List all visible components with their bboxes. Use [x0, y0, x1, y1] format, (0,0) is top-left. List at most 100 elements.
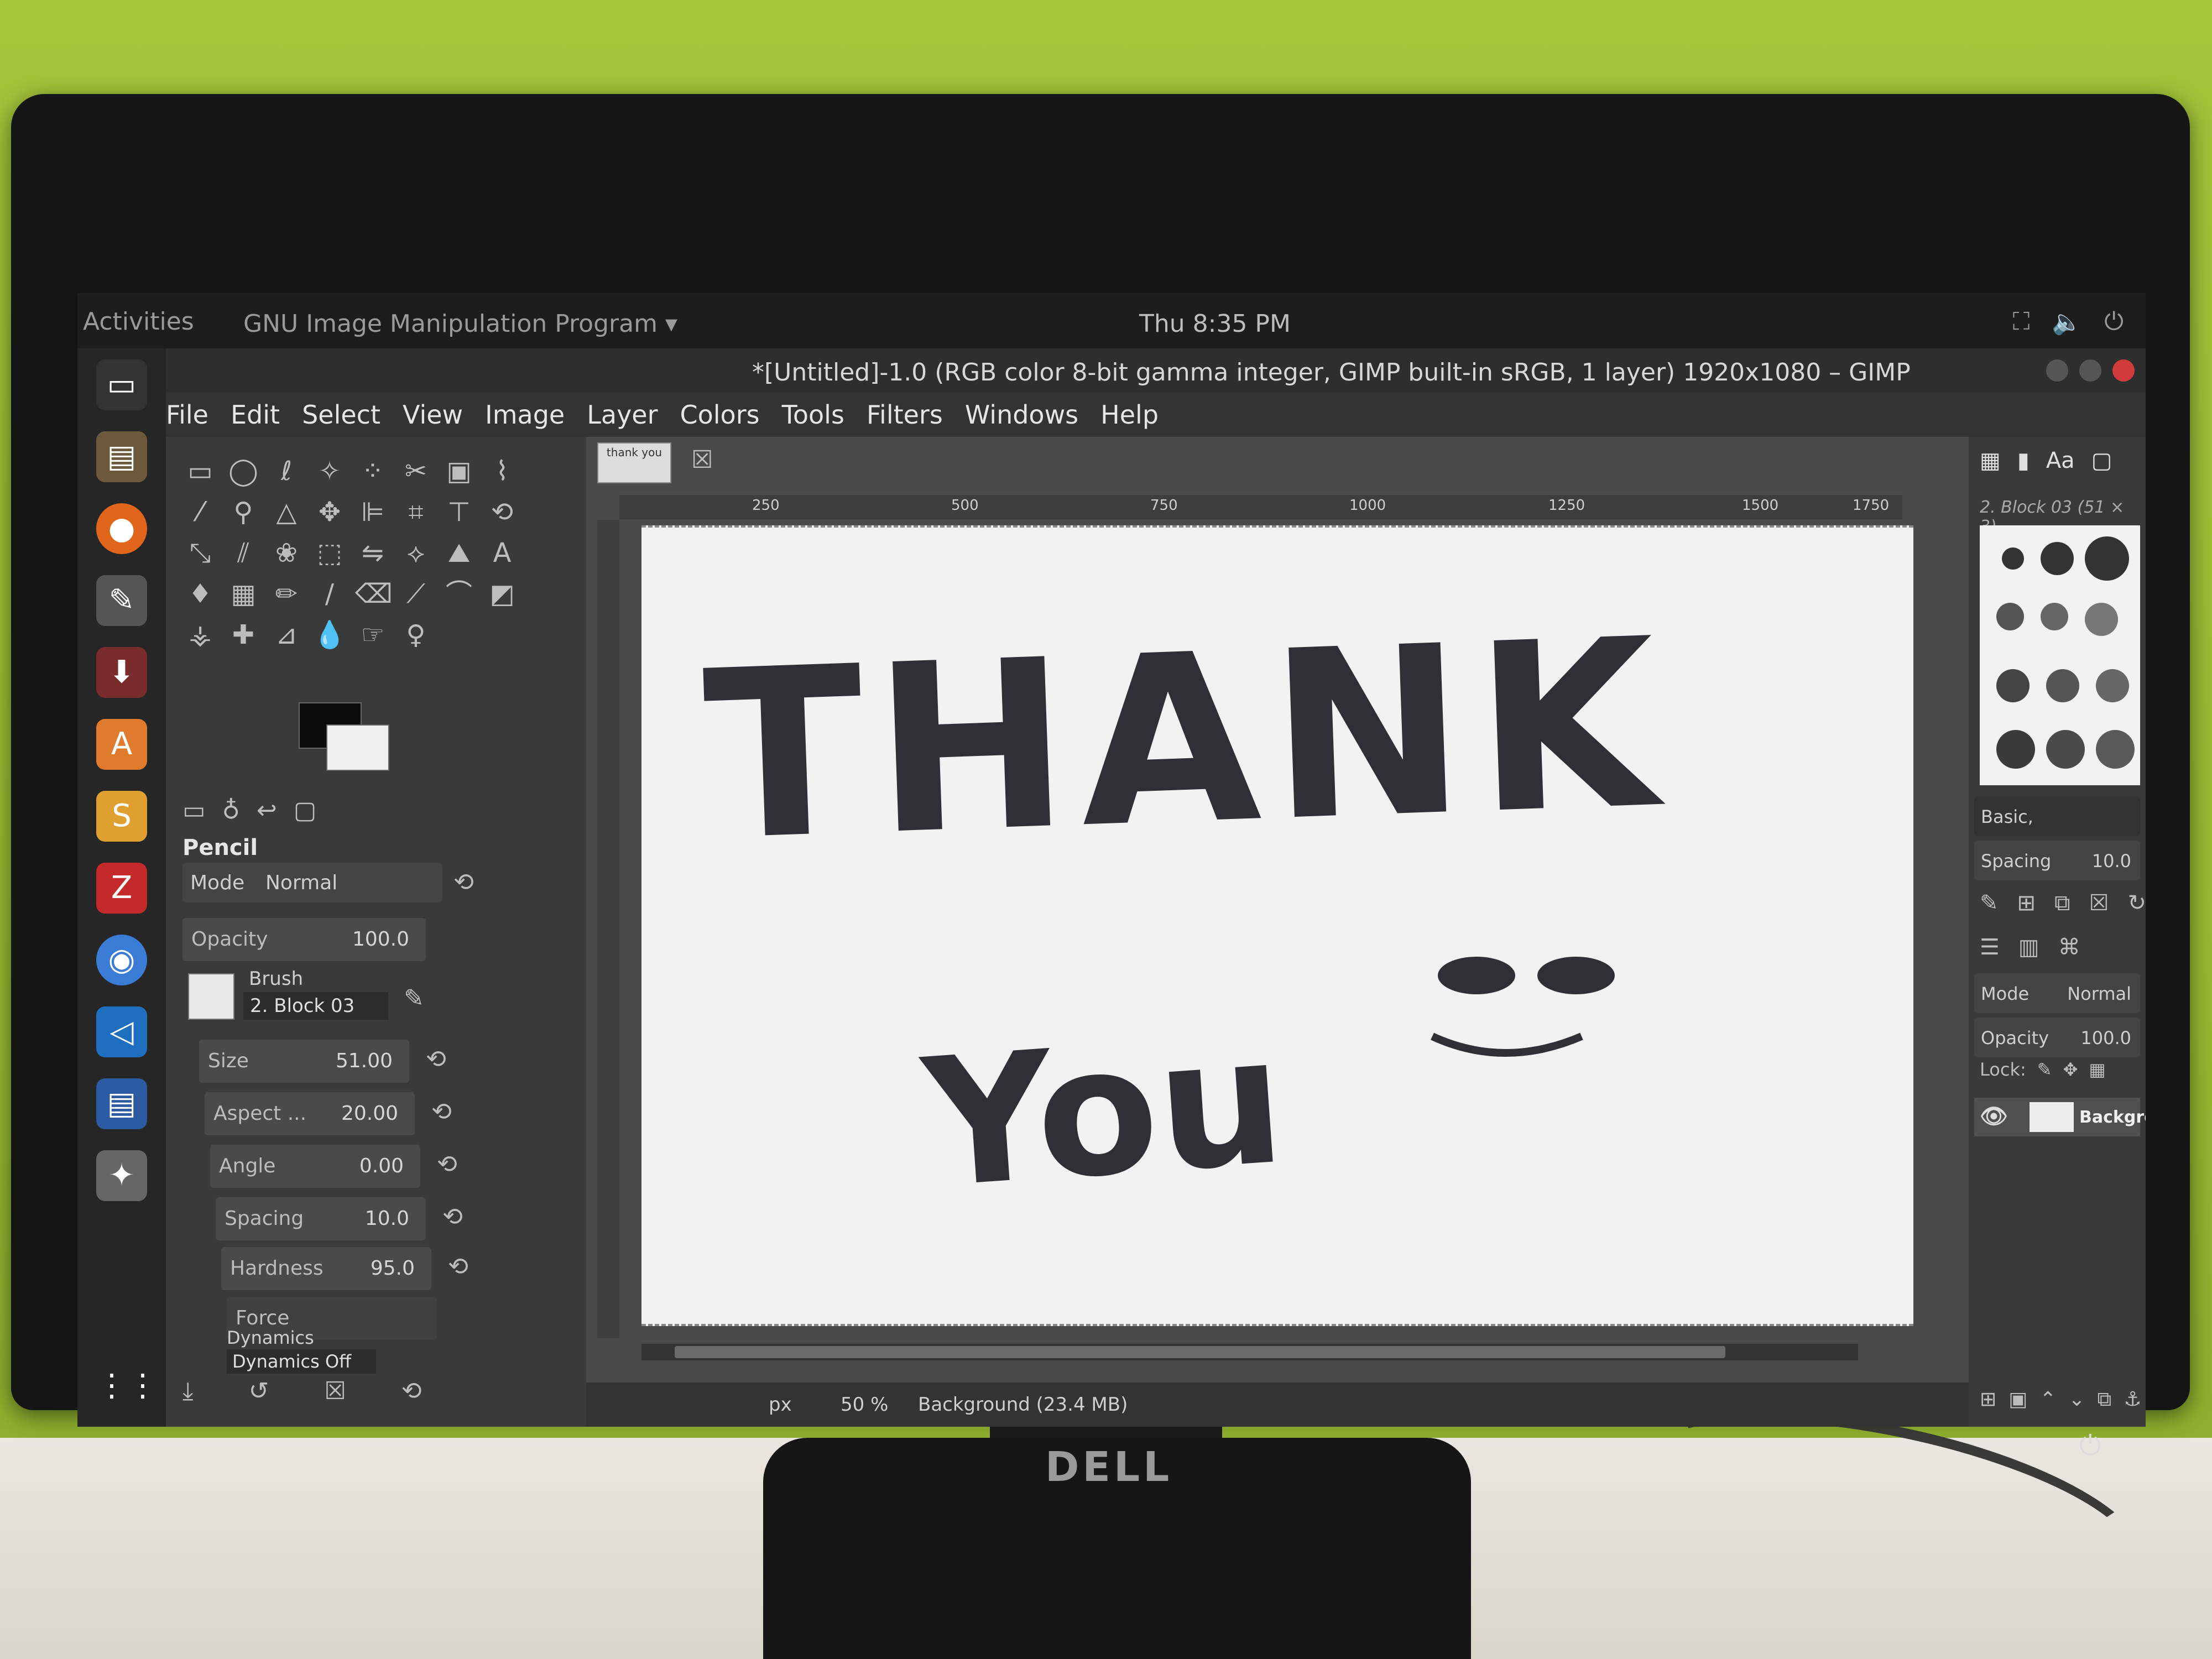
perspective-icon[interactable]: ⬚ [312, 535, 347, 571]
clock[interactable]: Thu 8:35 PM [1139, 310, 1291, 338]
power-button-icon[interactable]: ⏻ [2079, 1430, 2101, 1462]
delete-options-icon[interactable]: ☒ [324, 1377, 346, 1405]
zoom-selector[interactable]: 50 % [841, 1394, 888, 1416]
firefox-icon[interactable]: ● [96, 503, 147, 554]
eraser-icon[interactable]: ⌫ [355, 576, 393, 612]
cage-icon[interactable]: ⟡ [398, 535, 434, 571]
channels-tab-icon[interactable]: ▥ [2018, 935, 2039, 960]
hardness-slider[interactable]: Hardness 95.0 [221, 1247, 431, 1290]
unified-transform-icon[interactable]: ⊤ [441, 494, 477, 530]
aspect-slider[interactable]: Aspect ... 20.00 [205, 1092, 415, 1135]
blur-icon[interactable]: 💧 [312, 617, 347, 653]
network-icon[interactable]: ⛶ [2013, 307, 2030, 336]
layer-mode-select[interactable]: Mode Normal [1974, 973, 2140, 1013]
sublime-text-icon[interactable]: S [96, 791, 147, 842]
paths-icon[interactable]: ⌇ [484, 453, 520, 489]
files-icon[interactable]: ▤ [96, 431, 147, 482]
duplicate-layer-icon[interactable]: ⧉ [2098, 1388, 2112, 1411]
dodge-burn-icon[interactable]: ♀ [398, 617, 434, 653]
refresh-brushes-icon[interactable]: ↻ [2127, 890, 2146, 916]
menu-filters[interactable]: Filters [867, 393, 943, 437]
flip-icon[interactable]: ⇋ [355, 535, 390, 571]
brush-selector[interactable]: Brush 2. Block 03 [188, 968, 431, 1023]
rect-select-icon[interactable]: ▭ [182, 453, 218, 489]
brush-preset[interactable] [2002, 547, 2024, 570]
lock-alpha-icon[interactable]: ▦ [2089, 1059, 2105, 1080]
rotate-icon[interactable]: ⟲ [484, 494, 520, 530]
brush-preset[interactable] [1996, 603, 2024, 630]
lower-layer-icon[interactable]: ⌄ [2068, 1388, 2085, 1411]
reset-mode-icon[interactable]: ⟲ [453, 868, 474, 896]
edit-brush-icon[interactable]: ✎ [404, 984, 424, 1013]
move-icon[interactable]: ✥ [312, 494, 347, 530]
menu-image[interactable]: Image [485, 393, 565, 437]
duplicate-brush-icon[interactable]: ⧉ [2054, 890, 2070, 916]
text-icon[interactable]: A [484, 535, 520, 571]
writer-icon[interactable]: ▤ [96, 1078, 147, 1129]
undo-history-tab-icon[interactable]: ↩ [257, 796, 277, 825]
opacity-value[interactable]: 100.0 [352, 928, 409, 951]
device-status-tab-icon[interactable]: ♁ [222, 796, 240, 825]
menu-tools[interactable]: Tools [782, 393, 844, 437]
reset-aspect-icon[interactable]: ⟲ [431, 1098, 452, 1126]
scale-icon[interactable]: ⤡ [182, 535, 218, 571]
angle-value[interactable]: 0.00 [359, 1155, 404, 1177]
text-editor-icon[interactable]: ✎ [96, 575, 147, 626]
brush-preset[interactable] [2096, 669, 2129, 702]
zoom-icon[interactable]: ⚲ [226, 494, 261, 530]
new-brush-icon[interactable]: ⊞ [2017, 890, 2036, 916]
raise-layer-icon[interactable]: ⌃ [2039, 1388, 2056, 1411]
scissors-icon[interactable]: ✂ [398, 453, 434, 489]
system-tray[interactable]: ⛶ 🔈 ⏻ [2013, 307, 2124, 336]
measure-icon[interactable]: △ [269, 494, 304, 530]
paths-tab-icon[interactable]: ⌘ [2058, 935, 2080, 960]
aspect-value[interactable]: 20.00 [341, 1102, 398, 1125]
reset-spacing-icon[interactable]: ⟲ [442, 1203, 463, 1231]
warp-icon[interactable]: ❀ [269, 535, 304, 571]
opacity-slider[interactable]: Opacity 100.0 [182, 918, 426, 961]
brush-name-field[interactable]: 2. Block 03 [243, 992, 388, 1020]
brush-preset[interactable] [2085, 536, 2129, 581]
gradient-icon[interactable]: ▦ [226, 576, 261, 612]
menu-view[interactable]: View [403, 393, 463, 437]
app-menu[interactable]: GNU Image Manipulation Program ▾ [243, 310, 677, 338]
menu-file[interactable]: File [166, 393, 208, 437]
crop-icon[interactable]: ⌗ [398, 494, 434, 530]
layer-opacity-value[interactable]: 100.0 [2080, 1027, 2131, 1048]
software-center-icon[interactable]: A [96, 719, 147, 770]
lock-position-icon[interactable]: ✥ [2063, 1059, 2078, 1080]
reset-size-icon[interactable]: ⟲ [426, 1045, 446, 1073]
power-menu-icon[interactable]: ⏻ [2104, 307, 2124, 336]
paint-mode-select[interactable]: Mode Normal [182, 863, 442, 902]
ellipse-select-icon[interactable]: ◯ [226, 453, 261, 489]
menu-windows[interactable]: Windows [965, 393, 1078, 437]
reset-options-icon[interactable]: ⟲ [401, 1377, 422, 1405]
terminal-icon[interactable]: ▭ [96, 359, 147, 410]
brush-preset[interactable] [2041, 542, 2074, 575]
blend-icon[interactable]: ⛰ [441, 535, 477, 571]
new-group-icon[interactable]: ▣ [2008, 1388, 2027, 1411]
show-apps-icon[interactable]: ⋮⋮ [96, 1360, 158, 1411]
restore-options-icon[interactable]: ↺ [248, 1377, 269, 1405]
vertical-ruler[interactable] [597, 520, 619, 1338]
anchor-layer-icon[interactable]: ⚓ [2124, 1388, 2141, 1411]
brush-preset[interactable] [1996, 669, 2030, 702]
reset-hardness-icon[interactable]: ⟲ [448, 1253, 468, 1281]
pencil-icon[interactable]: ✏ [269, 576, 304, 612]
vscode-icon[interactable]: ◁ [96, 1006, 147, 1057]
layers-tab-icon[interactable]: ☰ [1980, 935, 2000, 960]
color-select-icon[interactable]: ⁘ [355, 453, 390, 489]
tag-filter-value[interactable]: Basic, [1981, 806, 2033, 827]
close-tab-icon[interactable]: ☒ [691, 446, 713, 474]
gimp-icon[interactable]: ✦ [96, 1150, 147, 1201]
brush-preset[interactable] [2096, 730, 2135, 769]
close-window-icon[interactable] [2112, 359, 2135, 382]
horizontal-scrollbar[interactable] [641, 1344, 1858, 1360]
align-icon[interactable]: ⊫ [355, 494, 390, 530]
document-history-tab-icon[interactable]: ▢ [2091, 448, 2112, 473]
tool-options-tab-icon[interactable]: ▭ [182, 796, 206, 825]
fonts-tab-icon[interactable]: Aa [2046, 448, 2075, 473]
menu-layer[interactable]: Layer [587, 393, 658, 437]
clone-icon[interactable]: ⚶ [182, 617, 218, 653]
brush-spacing-slider[interactable]: Spacing 10.0 [1974, 841, 2140, 880]
